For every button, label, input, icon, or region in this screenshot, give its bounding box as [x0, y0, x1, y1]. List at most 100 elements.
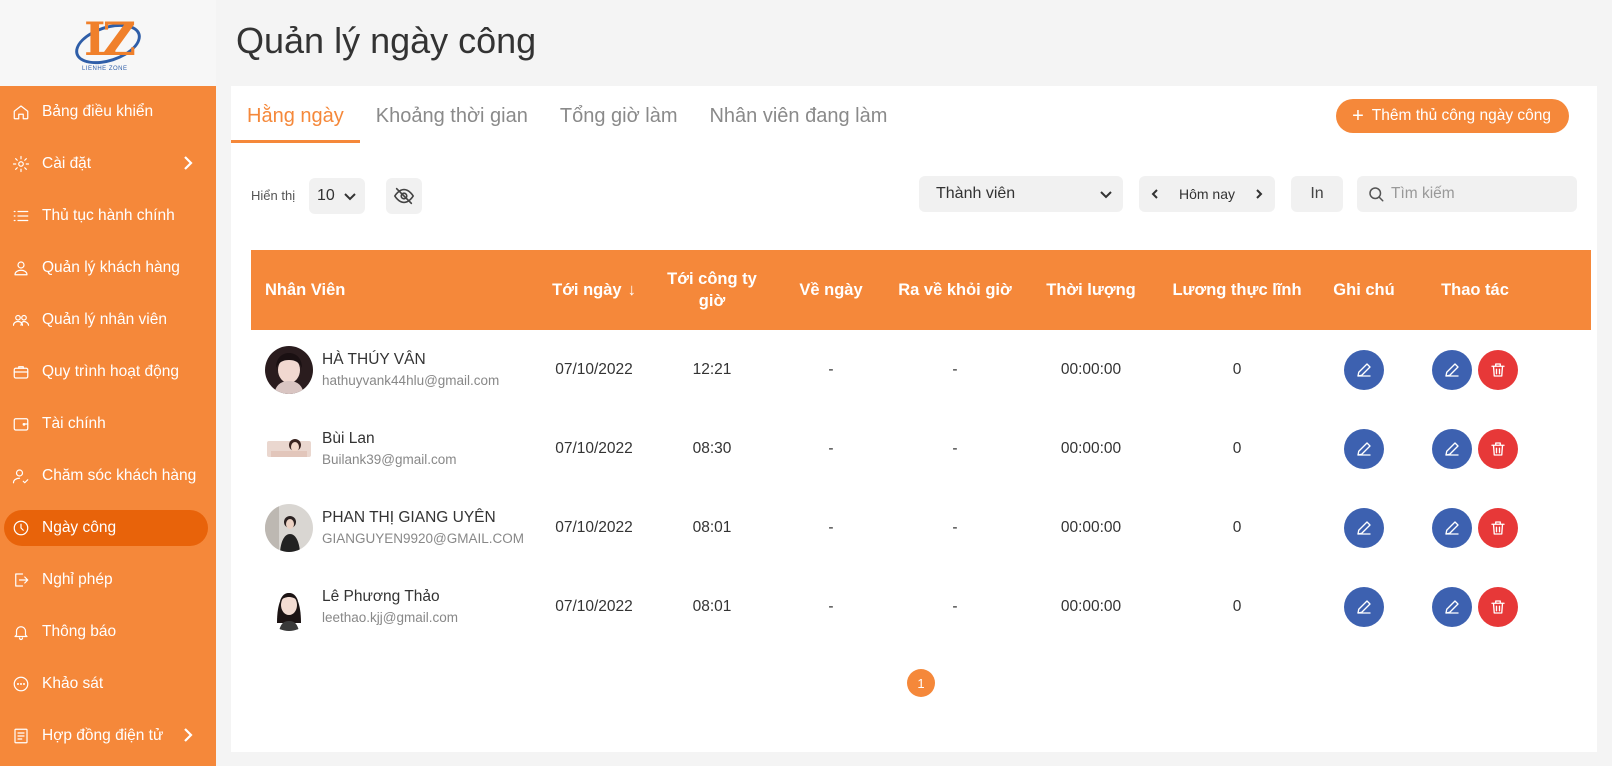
tab-working-employees[interactable]: Nhân viên đang làm — [693, 86, 903, 146]
date-in-cell: 07/10/2022 — [555, 439, 633, 457]
search-box — [1357, 176, 1577, 212]
header-duration[interactable]: Thời lượng — [1019, 279, 1163, 301]
sidebar-item-e-contract[interactable]: Hợp đồng điện tử — [0, 710, 216, 762]
pencil-icon — [1445, 362, 1459, 377]
member-select[interactable]: Thành viên — [919, 176, 1123, 212]
table-row: PHAN THỊ GIANG UYÊN GIANGUYEN9920@GMAIL.… — [251, 488, 1591, 567]
sidebar-item-dashboard[interactable]: Bảng điều khiển — [0, 86, 216, 138]
sidebar-item-label: Cài đặt — [42, 155, 92, 172]
trash-icon — [1491, 441, 1505, 456]
note-cell — [1311, 428, 1417, 469]
eye-off-icon — [393, 185, 415, 207]
sidebar-item-settings[interactable]: Cài đặt — [0, 138, 216, 190]
actions-cell — [1417, 428, 1533, 469]
sidebar-item-workflow[interactable]: Quy trình hoạt động — [0, 346, 216, 398]
edit-note-button[interactable] — [1344, 349, 1384, 390]
sidebar-item-label: Bảng điều khiển — [42, 103, 154, 120]
users-icon — [12, 311, 30, 329]
table-toolbar: Hiển thị 10 Thành viên Hôm nay In — [231, 176, 1597, 216]
header-salary[interactable]: Lương thực lĩnh — [1163, 279, 1311, 301]
date-out-cell: - — [828, 597, 834, 615]
employee-name[interactable]: Bùi Lan — [322, 430, 457, 448]
header-date-in[interactable]: Tới ngày ↓ — [535, 279, 653, 301]
sidebar-item-survey[interactable]: Khảo sát — [0, 658, 216, 710]
delete-button[interactable] — [1478, 428, 1518, 469]
trash-icon — [1491, 362, 1505, 377]
date-out-cell: - — [828, 439, 834, 457]
edit-note-button[interactable] — [1344, 586, 1384, 627]
sidebar-item-customer-care[interactable]: Chăm sóc khách hàng — [0, 450, 216, 502]
sidebar-item-notifications[interactable]: Thông báo — [0, 606, 216, 658]
time-in-cell: 08:01 — [692, 518, 732, 536]
tab-total-hours[interactable]: Tổng giờ làm — [544, 86, 694, 146]
sidebar-item-employees[interactable]: Quản lý nhân viên — [0, 294, 216, 346]
employee-name[interactable]: Lê Phương Thảo — [322, 588, 458, 606]
sidebar-item-finance[interactable]: Tài chính — [0, 398, 216, 450]
edit-button[interactable] — [1432, 428, 1472, 469]
trash-icon — [1491, 520, 1505, 535]
chevron-right-icon — [180, 155, 196, 171]
sidebar-item-customers[interactable]: Quản lý khách hàng — [0, 242, 216, 294]
add-timesheet-button[interactable]: + Thêm thủ công ngày công — [1336, 99, 1569, 133]
header-note: Ghi chú — [1333, 281, 1395, 299]
page-size-select[interactable]: 10 — [309, 178, 365, 214]
chevron-down-icon — [343, 189, 357, 203]
user-care-icon — [12, 467, 30, 485]
sidebar-item-label: Khảo sát — [42, 675, 104, 692]
header-employee[interactable]: Nhân Viên — [251, 279, 535, 301]
avatar — [265, 582, 313, 631]
pagination-page-1[interactable]: 1 — [907, 669, 935, 697]
edit-note-button[interactable] — [1344, 428, 1384, 469]
sidebar-item-label: Quy trình hoạt động — [42, 363, 180, 380]
user-icon — [12, 259, 30, 277]
pencil-icon — [1445, 520, 1459, 535]
company-logo[interactable]: LZ LIENHE ZONE — [70, 8, 146, 78]
page-size-label: Hiển thị — [251, 188, 296, 203]
header-date-out[interactable]: Về ngày — [771, 279, 891, 301]
duration-cell: 00:00:00 — [1060, 597, 1122, 615]
delete-button[interactable] — [1478, 507, 1518, 548]
tab-bar: Hằng ngày Khoảng thời gian Tổng giờ làm … — [231, 86, 903, 146]
actions-cell — [1417, 586, 1533, 627]
employee-email: Builank39@gmail.com — [322, 452, 457, 467]
edit-button[interactable] — [1432, 349, 1472, 390]
pencil-icon — [1357, 362, 1371, 377]
sidebar-item-label: Nghỉ phép — [42, 571, 113, 588]
current-date-label[interactable]: Hôm nay — [1179, 186, 1235, 202]
employee-name[interactable]: HÀ THÚY VÂN — [322, 351, 499, 369]
sidebar: Bảng điều khiển Cài đặt Thủ tục hành chí… — [0, 86, 216, 766]
employee-name[interactable]: PHAN THỊ GIANG UYÊN — [322, 509, 524, 527]
gear-icon — [12, 155, 30, 173]
delete-button[interactable] — [1478, 586, 1518, 627]
edit-note-button[interactable] — [1344, 507, 1384, 548]
employee-cell: Bùi Lan Builank39@gmail.com — [251, 424, 535, 473]
employee-email: hathuyvank44hlu@gmail.com — [322, 373, 500, 388]
toggle-columns-button[interactable] — [386, 178, 422, 214]
next-day-button[interactable] — [1253, 188, 1265, 200]
edit-button[interactable] — [1432, 586, 1472, 627]
plus-icon: + — [1352, 105, 1364, 127]
actions-cell — [1417, 349, 1533, 390]
salary-cell: 0 — [1232, 439, 1242, 457]
pencil-icon — [1357, 520, 1371, 535]
logo-letters: LZ — [84, 12, 136, 66]
header-time-out[interactable]: Ra về khỏi giờ — [891, 279, 1019, 301]
edit-button[interactable] — [1432, 507, 1472, 548]
add-timesheet-label: Thêm thủ công ngày công — [1371, 107, 1551, 124]
sidebar-item-admin-procedures[interactable]: Thủ tục hành chính — [0, 190, 216, 242]
search-input[interactable] — [1391, 185, 1571, 203]
tab-time-range[interactable]: Khoảng thời gian — [360, 86, 544, 146]
print-button[interactable]: In — [1291, 176, 1343, 212]
previous-day-button[interactable] — [1149, 188, 1161, 200]
salary-cell: 0 — [1232, 518, 1242, 536]
page-title: Quản lý ngày công — [236, 20, 537, 61]
tab-daily[interactable]: Hằng ngày — [231, 86, 360, 146]
delete-button[interactable] — [1478, 349, 1518, 390]
sidebar-item-leave[interactable]: Nghỉ phép — [0, 554, 216, 606]
table-row: Lê Phương Thảo leethao.kjj@gmail.com 07/… — [251, 567, 1591, 646]
sidebar-item-timesheet[interactable]: Ngày công — [0, 502, 216, 554]
header-time-in[interactable]: Tới công ty giờ — [653, 268, 771, 312]
wallet-icon — [12, 415, 30, 433]
sidebar-item-label: Ngày công — [42, 519, 117, 536]
main-panel: Hằng ngày Khoảng thời gian Tổng giờ làm … — [231, 86, 1597, 752]
